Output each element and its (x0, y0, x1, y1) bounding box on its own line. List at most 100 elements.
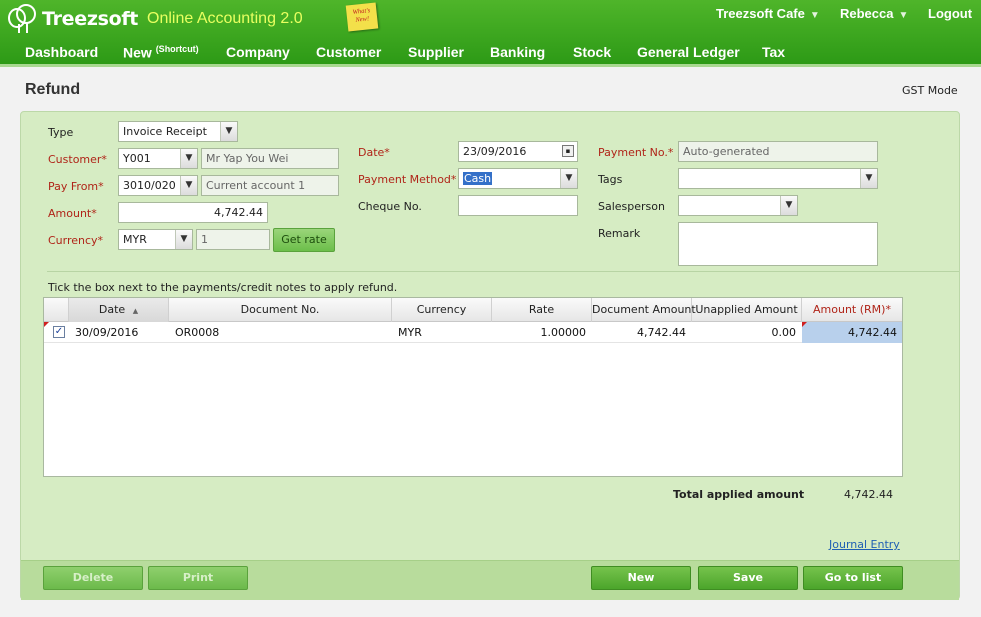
chevron-down-icon: ▼ (180, 176, 197, 195)
go-to-list-button[interactable]: Go to list (803, 566, 903, 590)
page-title: Refund (25, 81, 81, 98)
tree-logo-icon (8, 4, 36, 33)
customer-name-field: Mr Yap You Wei (201, 148, 339, 169)
pay-from-account-field: Current account 1 (201, 175, 339, 196)
column-header-document-amount[interactable]: Document Amount (592, 298, 696, 322)
currency-label: Currency* (48, 234, 104, 247)
customer-code-select[interactable]: Y001 ▼ (118, 148, 198, 169)
row-checkbox[interactable]: ✓ (53, 326, 65, 338)
payment-method-select[interactable]: Cash ▼ (458, 168, 578, 189)
gst-mode-label: GST Mode (902, 84, 958, 97)
nav-new-shortcut: (Shortcut) (155, 44, 199, 54)
column-header-currency[interactable]: Currency (392, 298, 492, 322)
total-applied-label: Total applied amount (673, 488, 805, 501)
remark-textarea[interactable] (678, 222, 878, 266)
column-header-date[interactable]: Date ▲ (69, 298, 169, 322)
nav-company[interactable]: Company (226, 41, 290, 63)
print-button[interactable]: Print (148, 566, 248, 590)
logout-link[interactable]: Logout (928, 6, 972, 21)
nav-new[interactable]: New (Shortcut) (123, 41, 199, 64)
chevron-down-icon: ▼ (175, 230, 192, 249)
edited-marker (802, 322, 807, 327)
pay-from-code-value: 3010/020 (123, 179, 176, 192)
type-select[interactable]: Invoice Receipt ▼ (118, 121, 238, 142)
delete-button[interactable]: Delete (43, 566, 143, 590)
total-applied-value: 4,742.44 (844, 488, 893, 501)
type-value: Invoice Receipt (123, 125, 207, 138)
grid-header-checkbox (44, 298, 69, 322)
date-value: 23/09/2016 (463, 145, 527, 158)
row-document-no: OR0008 (175, 326, 220, 339)
column-header-document-no[interactable]: Document No. (169, 298, 392, 322)
nav-stock[interactable]: Stock (573, 41, 611, 63)
chevron-down-icon: ▼ (560, 169, 577, 188)
divider (47, 271, 959, 272)
get-rate-button[interactable]: Get rate (273, 228, 335, 252)
payment-no-label: Payment No.* (598, 146, 674, 159)
calendar-icon[interactable]: ▪ (562, 145, 574, 157)
chevron-down-icon: ▼ (780, 196, 797, 215)
top-header: Treezsoft Online Accounting 2.0 What's N… (0, 0, 981, 67)
edited-marker (44, 322, 49, 327)
company-switcher[interactable]: Treezsoft Cafe ▼ (716, 6, 820, 21)
customer-code-value: Y001 (123, 152, 151, 165)
whats-new-note[interactable]: What's New! (345, 2, 379, 32)
logo-text: Treezsoft (42, 8, 139, 30)
row-date: 30/09/2016 (75, 326, 139, 339)
column-header-rate[interactable]: Rate (492, 298, 592, 322)
amount-input[interactable]: 4,742.44 (118, 202, 268, 223)
nav-dashboard[interactable]: Dashboard (25, 41, 98, 63)
chevron-down-icon: ▼ (860, 169, 877, 188)
salesperson-label: Salesperson (598, 200, 665, 213)
pay-from-select[interactable]: 3010/020 ▼ (118, 175, 198, 196)
currency-value: MYR (123, 233, 147, 246)
new-button[interactable]: New (591, 566, 691, 590)
currency-select[interactable]: MYR ▼ (118, 229, 193, 250)
user-name: Rebecca (840, 6, 894, 21)
payment-method-label: Payment Method* (358, 173, 457, 186)
cheque-no-label: Cheque No. (358, 200, 422, 213)
nav-general-ledger[interactable]: General Ledger (637, 41, 740, 63)
tags-label: Tags (598, 173, 623, 186)
date-label: Date* (358, 146, 390, 159)
company-name: Treezsoft Cafe (716, 6, 805, 21)
nav-tax[interactable]: Tax (762, 41, 785, 63)
amount-label: Amount* (48, 207, 97, 220)
journal-entry-link[interactable]: Journal Entry (829, 538, 900, 551)
nav-banking[interactable]: Banking (490, 41, 545, 63)
chevron-down-icon: ▼ (180, 149, 197, 168)
grid-instruction: Tick the box next to the payments/credit… (48, 281, 398, 294)
exchange-rate-input[interactable]: 1 (196, 229, 270, 250)
salesperson-select[interactable]: ▼ (678, 195, 798, 216)
user-menu[interactable]: Rebecca ▼ (840, 6, 908, 21)
nav-customer[interactable]: Customer (316, 41, 381, 63)
chevron-down-icon: ▼ (809, 10, 820, 21)
payments-grid: Date ▲ Document No. Currency Rate Docume… (43, 297, 903, 477)
treezsoft-logo[interactable]: Treezsoft (6, 4, 138, 34)
nav-new-label: New (123, 44, 152, 61)
row-rate: 1.00000 (540, 326, 587, 339)
chevron-down-icon: ▼ (220, 122, 237, 141)
tags-select[interactable]: ▼ (678, 168, 878, 189)
row-unapplied-amount: 0.00 (771, 326, 797, 339)
remark-label: Remark (598, 227, 641, 240)
type-label: Type (48, 126, 74, 139)
customer-label: Customer* (48, 153, 107, 166)
column-header-unapplied-amount[interactable]: Unapplied Amount (692, 298, 802, 322)
row-document-amount: 4,742.44 (637, 326, 686, 339)
grid-header: Date ▲ Document No. Currency Rate Docume… (44, 298, 902, 322)
nav-supplier[interactable]: Supplier (408, 41, 464, 63)
column-header-amount-rm[interactable]: Amount (RM)* (802, 298, 902, 322)
action-bar: Delete Print New Save Go to list (21, 560, 959, 600)
save-button[interactable]: Save (698, 566, 798, 590)
date-input[interactable]: 23/09/2016 ▪ (458, 141, 578, 162)
column-header-date-label: Date (98, 303, 126, 316)
cheque-no-input[interactable] (458, 195, 578, 216)
row-amount-rm-input[interactable]: 4,742.44 (802, 322, 902, 343)
sort-ascending-icon: ▲ (132, 307, 139, 315)
payment-method-value: Cash (463, 172, 493, 185)
app-title: Online Accounting 2.0 (147, 10, 303, 27)
chevron-down-icon: ▼ (898, 10, 909, 21)
payment-no-field: Auto-generated (678, 141, 878, 162)
pay-from-label: Pay From* (48, 180, 104, 193)
